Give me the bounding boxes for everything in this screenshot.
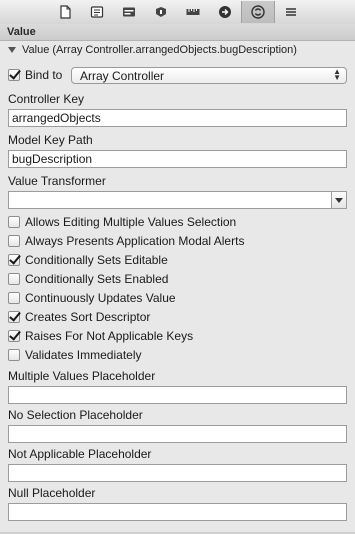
model-key-path-value: bugDescription xyxy=(12,152,93,166)
option-checkbox[interactable] xyxy=(8,254,20,266)
option-row: Continuously Updates Value xyxy=(8,291,176,305)
binding-disclosure[interactable]: Value (Array Controller.arrangedObjects.… xyxy=(6,42,351,58)
option-row: Allows Editing Multiple Values Selection xyxy=(8,215,236,229)
option-checkbox[interactable] xyxy=(8,273,20,285)
null-placeholder-field[interactable] xyxy=(8,503,347,521)
controller-key-field[interactable]: arrangedObjects xyxy=(8,109,347,127)
model-key-path-label: Model Key Path xyxy=(8,133,93,147)
identity-inspector-icon[interactable] xyxy=(113,1,145,23)
popup-arrows-icon: ▲ ▼ xyxy=(333,67,341,82)
value-transformer-combo[interactable] xyxy=(8,191,347,209)
option-row: Creates Sort Descriptor xyxy=(8,310,150,324)
bind-to-row: Bind to xyxy=(8,68,62,82)
no-selection-placeholder-field[interactable] xyxy=(8,425,347,443)
option-label: Conditionally Sets Enabled xyxy=(25,272,169,286)
option-label: Conditionally Sets Editable xyxy=(25,253,168,267)
option-row: Validates Immediately xyxy=(8,348,142,362)
file-inspector-icon[interactable] xyxy=(49,1,81,23)
view-effects-inspector-icon[interactable] xyxy=(275,1,307,23)
controller-key-label: Controller Key xyxy=(8,92,85,106)
attributes-inspector-icon[interactable] xyxy=(145,1,177,23)
combo-dropdown-button[interactable] xyxy=(331,191,347,209)
option-label: Always Presents Application Modal Alerts xyxy=(25,234,245,248)
bind-to-popup[interactable]: Array Controller ▲ ▼ xyxy=(71,67,347,84)
binding-summary: Value (Array Controller.arrangedObjects.… xyxy=(22,44,297,56)
chevron-down-icon xyxy=(335,197,343,203)
inspector-toolbar xyxy=(0,0,355,25)
option-label: Continuously Updates Value xyxy=(25,291,176,305)
not-applicable-placeholder-label: Not Applicable Placeholder xyxy=(8,447,152,461)
option-checkbox[interactable] xyxy=(8,216,20,228)
value-transformer-label: Value Transformer xyxy=(8,174,106,188)
controller-key-value: arrangedObjects xyxy=(12,111,101,125)
multiple-values-placeholder-label: Multiple Values Placeholder xyxy=(8,369,156,383)
option-checkbox[interactable] xyxy=(8,235,20,247)
bind-to-value: Array Controller xyxy=(80,68,165,83)
option-row: Raises For Not Applicable Keys xyxy=(8,329,193,343)
null-placeholder-label: Null Placeholder xyxy=(8,486,96,500)
quick-help-icon[interactable] xyxy=(81,1,113,23)
bind-to-label: Bind to xyxy=(25,68,63,82)
no-selection-placeholder-label: No Selection Placeholder xyxy=(8,408,143,422)
multiple-values-placeholder-field[interactable] xyxy=(8,386,347,404)
option-label: Raises For Not Applicable Keys xyxy=(25,329,194,343)
not-applicable-placeholder-field[interactable] xyxy=(8,464,347,482)
option-checkbox[interactable] xyxy=(8,349,20,361)
model-key-path-field[interactable]: bugDescription xyxy=(8,150,347,168)
option-row: Conditionally Sets Editable xyxy=(8,253,168,267)
option-checkbox[interactable] xyxy=(8,292,20,304)
option-row: Conditionally Sets Enabled xyxy=(8,272,168,286)
option-checkbox[interactable] xyxy=(8,311,20,323)
option-label: Validates Immediately xyxy=(25,348,142,362)
connections-inspector-icon[interactable] xyxy=(209,1,241,23)
bindings-inspector-icon[interactable] xyxy=(240,1,275,23)
option-label: Allows Editing Multiple Values Selection xyxy=(25,215,237,229)
option-row: Always Presents Application Modal Alerts xyxy=(8,234,244,248)
bind-to-checkbox[interactable] xyxy=(8,69,20,81)
option-checkbox[interactable] xyxy=(8,330,20,342)
option-label: Creates Sort Descriptor xyxy=(25,310,151,324)
disclosure-triangle-icon[interactable] xyxy=(8,47,16,53)
size-inspector-icon[interactable] xyxy=(177,1,209,23)
section-header: Value xyxy=(0,24,355,41)
section-title: Value xyxy=(7,26,36,38)
